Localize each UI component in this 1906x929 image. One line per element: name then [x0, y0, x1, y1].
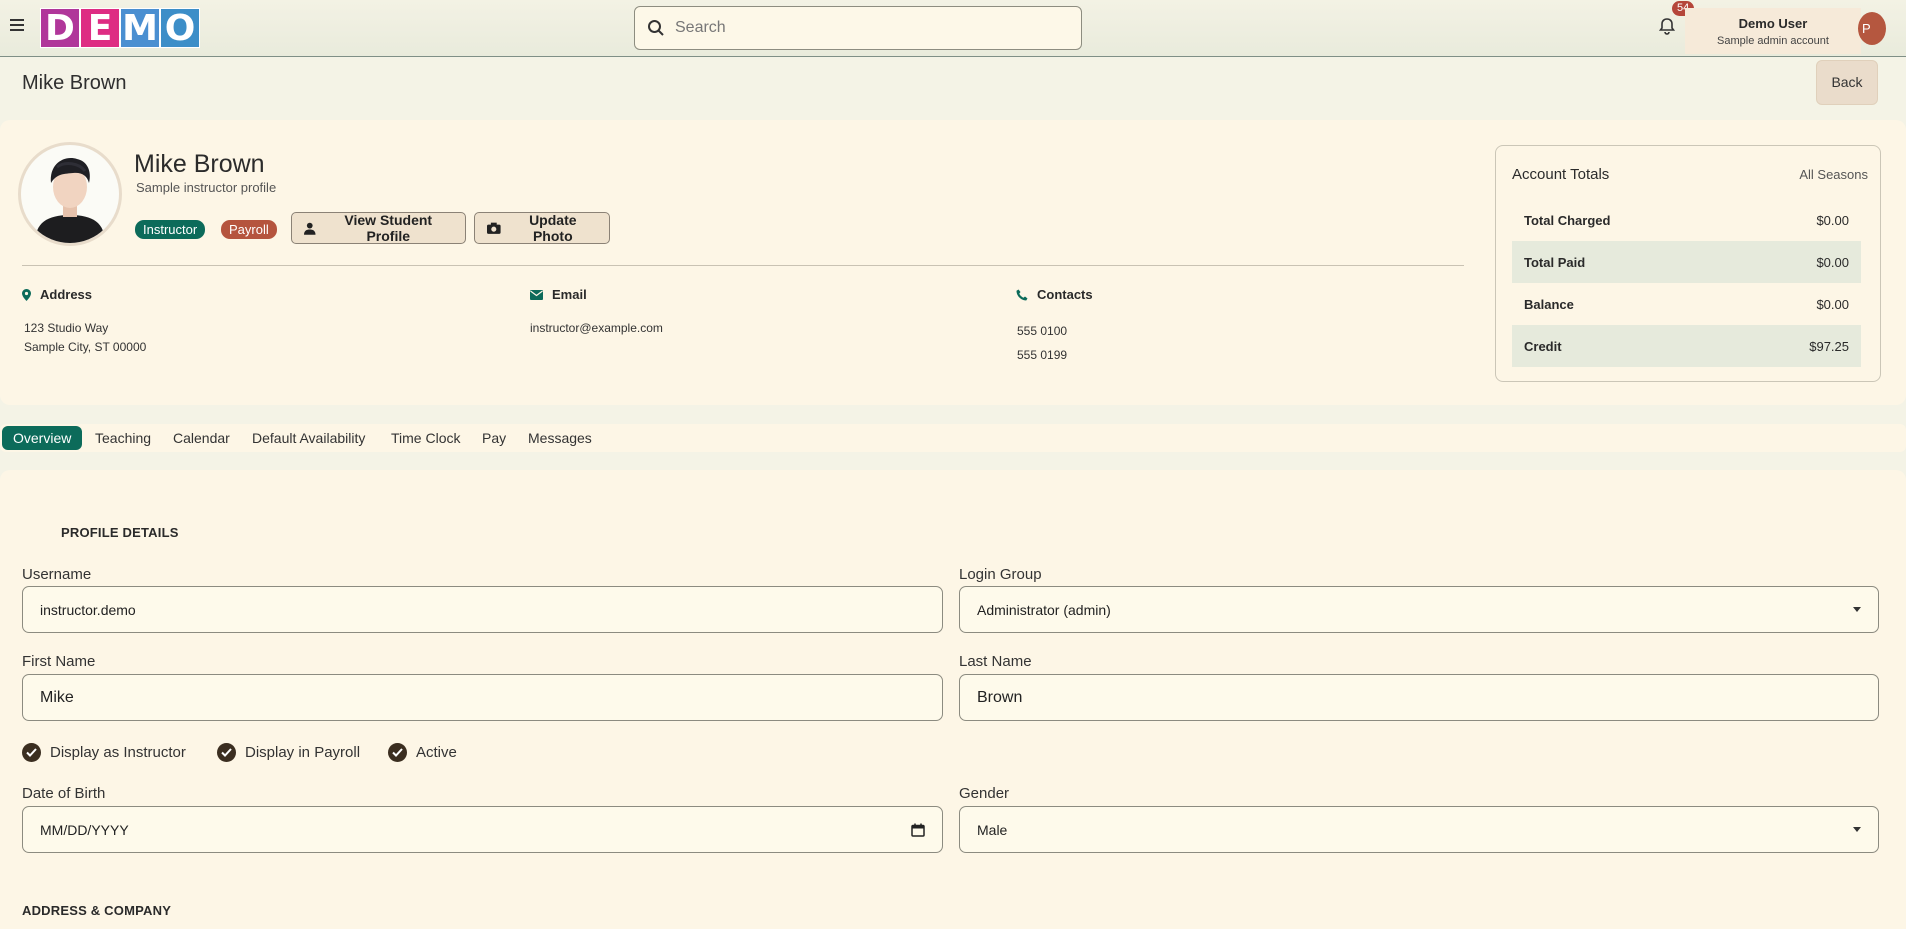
profile-subtitle: Sample instructor profile: [136, 180, 277, 195]
first-name-label: First Name: [22, 653, 96, 670]
page-title: Mike Brown: [22, 72, 127, 94]
login-group-label: Login Group: [959, 566, 1042, 583]
instructor-badge: Instructor: [135, 220, 206, 239]
profile-tabs: Overview Teaching Calendar Default Avail…: [0, 424, 1906, 452]
tab-default-availability[interactable]: Default Availability: [241, 426, 376, 450]
user-subtitle: Sample admin account: [1717, 35, 1829, 47]
active-checkbox[interactable]: Active: [388, 743, 457, 762]
email-heading: Email: [530, 287, 587, 302]
season-filter[interactable]: All Seasons: [1799, 167, 1868, 182]
menu-icon[interactable]: [10, 19, 24, 31]
camera-icon: [487, 222, 501, 234]
view-student-profile-button[interactable]: View Student Profile: [291, 212, 466, 244]
contacts-heading: Contacts: [1016, 287, 1093, 302]
display-in-payroll-checkbox[interactable]: Display in Payroll: [217, 743, 360, 762]
user-name: Demo User: [1738, 16, 1808, 31]
tab-time-clock[interactable]: Time Clock: [380, 426, 472, 450]
back-button[interactable]: Back: [1816, 60, 1878, 105]
update-photo-label: Update Photo: [529, 212, 577, 244]
logo-letter: D: [40, 8, 80, 49]
totals-row: Balance $0.00: [1524, 296, 1849, 312]
totals-row: Total Paid $0.00: [1512, 241, 1861, 283]
divider: [22, 265, 1464, 266]
search-input[interactable]: [675, 19, 1055, 37]
profile-details-title: PROFILE DETAILS: [61, 525, 179, 540]
app-logo[interactable]: D E M O: [40, 8, 200, 49]
totals-row: Credit $97.25: [1512, 325, 1861, 367]
person-icon: [304, 222, 316, 235]
phone-icon: [1016, 289, 1028, 300]
profile-avatar: [18, 142, 122, 246]
account-totals-title: Account Totals: [1512, 166, 1610, 183]
first-name-field[interactable]: Mike: [22, 674, 943, 721]
address-heading: Address: [22, 287, 92, 302]
address-company-title: ADDRESS & COMPANY: [22, 903, 172, 918]
top-bar: D E M O 54 Demo User Sample admin accoun…: [0, 0, 1906, 57]
payroll-badge: Payroll: [221, 220, 277, 239]
user-avatar[interactable]: P: [1858, 12, 1886, 45]
checkmark-icon: [22, 743, 41, 762]
chevron-down-icon: [1853, 607, 1861, 612]
chevron-down-icon: [1853, 827, 1861, 832]
calendar-icon[interactable]: [911, 823, 925, 837]
phone-number[interactable]: 555 0100: [1017, 319, 1067, 343]
dob-label: Date of Birth: [22, 785, 106, 802]
tab-overview[interactable]: Overview: [2, 426, 83, 450]
user-menu[interactable]: Demo User Sample admin account: [1685, 8, 1861, 54]
last-name-label: Last Name: [959, 653, 1032, 670]
totals-row: Total Charged $0.00: [1524, 212, 1849, 228]
gender-label: Gender: [959, 785, 1010, 802]
view-student-profile-label: View Student Profile: [344, 212, 433, 244]
tab-messages[interactable]: Messages: [517, 426, 603, 450]
update-photo-button[interactable]: Update Photo: [474, 212, 610, 244]
tab-teaching[interactable]: Teaching: [84, 426, 162, 450]
logo-letter: E: [80, 8, 120, 49]
tab-calendar[interactable]: Calendar: [162, 426, 241, 450]
gender-select[interactable]: Male: [959, 806, 1879, 853]
envelope-icon: [530, 289, 543, 300]
contacts-list: 555 0100 555 0199: [1017, 319, 1067, 367]
dob-field[interactable]: MM/DD/YYYY: [22, 806, 943, 853]
avatar-illustration: [35, 158, 105, 243]
tab-pay[interactable]: Pay: [471, 426, 517, 450]
email-value[interactable]: instructor@example.com: [530, 319, 663, 338]
search-box[interactable]: [634, 6, 1082, 50]
profile-name: Mike Brown: [134, 150, 265, 178]
checkmark-icon: [217, 743, 236, 762]
bell-icon[interactable]: [1659, 17, 1675, 35]
logo-letter: O: [160, 8, 200, 49]
phone-number[interactable]: 555 0199: [1017, 343, 1067, 367]
username-label: Username: [22, 566, 92, 583]
logo-letter: M: [120, 8, 160, 49]
search-icon: [648, 20, 664, 36]
display-as-instructor-checkbox[interactable]: Display as Instructor: [22, 743, 186, 762]
login-group-select[interactable]: Administrator (admin): [959, 586, 1879, 633]
checkmark-icon: [388, 743, 407, 762]
map-pin-icon: [22, 288, 31, 301]
address-text: 123 Studio Way Sample City, ST 00000: [24, 321, 147, 354]
username-field[interactable]: instructor.demo: [22, 586, 943, 633]
last-name-field[interactable]: Brown: [959, 674, 1879, 721]
account-totals-panel: Account Totals All Seasons Total Charged…: [1495, 145, 1881, 382]
